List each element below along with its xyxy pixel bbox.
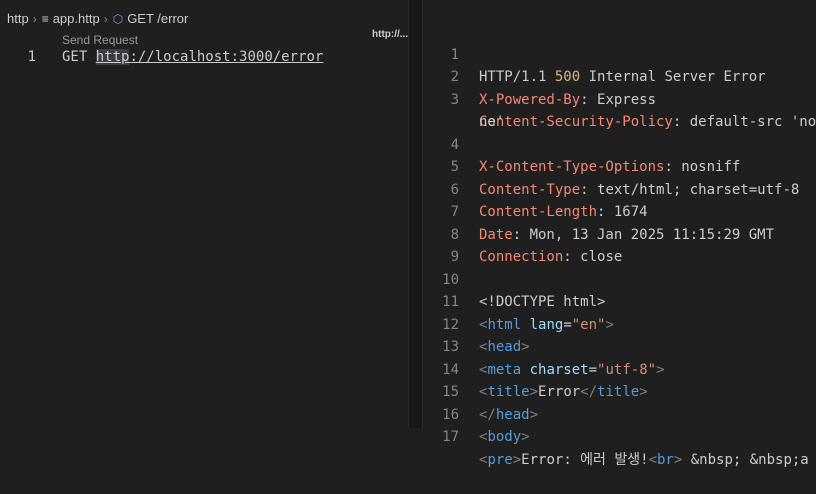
file-lines-icon: ≡ (41, 11, 49, 26)
minimap[interactable]: T (408, 0, 423, 428)
response-pane[interactable]: 1 HTTP/1.1 500 Internal Server Error 2 X… (422, 0, 816, 468)
breadcrumb: http › ≡ app.http › ⬡ GET /error (7, 11, 188, 26)
response-line: 2 X-Powered-By: Express (423, 44, 816, 108)
pre-text: Error: 에러 발생! (521, 451, 649, 468)
pre-tag: pre (487, 451, 513, 468)
response-line: 17 <pre>Error: 에러 발생!<br> &nbsp; &nbsp;a (423, 404, 816, 468)
url-rest: ://localhost:3000/error (129, 49, 324, 65)
response-line: 11 <html lang="en"> (423, 269, 816, 333)
response-line: 14 <title>Error</title> (423, 336, 816, 401)
breadcrumb-file[interactable]: app.http (53, 11, 100, 26)
response-line: 3 Content-Security-Policy: default-src '… (423, 66, 816, 131)
request-editor-pane[interactable]: http › ≡ app.http › ⬡ GET /error Send Re… (0, 0, 408, 428)
line-number: 1 (27, 49, 36, 65)
pre-tail: &nbsp; &nbsp;a (682, 451, 809, 468)
chevron-right-icon: › (103, 11, 108, 26)
http-method: GET (62, 49, 88, 65)
response-line: 8 Connection: close (423, 201, 816, 266)
response-line: 10 <!DOCTYPE html> (423, 246, 816, 311)
url-prefix-highlight: http (95, 49, 130, 65)
response-line: 5 Content-Type: text/html; charset=utf-8 (423, 134, 816, 198)
response-line: 12 <head> (423, 291, 816, 356)
response-line: 1 HTTP/1.1 500 Internal Server Error (423, 21, 816, 86)
line-number: 17 (442, 429, 459, 445)
br-tag: br (657, 451, 674, 468)
cube-symbol-icon: ⬡ (112, 11, 124, 26)
response-line: 9 (423, 224, 816, 265)
response-line: 15 </head> (423, 359, 816, 423)
response-line: 13 <meta charset="utf-8"> (423, 314, 816, 378)
breadcrumb-folder[interactable]: http (7, 11, 29, 26)
response-line: ne' (423, 89, 816, 130)
body-tag: body (487, 429, 522, 445)
response-line: 4 X-Content-Type-Options: nosniff (423, 111, 816, 176)
response-line: 16 <body> (423, 381, 816, 446)
response-tab-title[interactable]: http://... (372, 29, 408, 40)
breadcrumb-symbol[interactable]: GET /error (127, 11, 188, 26)
response-line: 7 Date: Mon, 13 Jan 2025 11:15:29 GMT (423, 179, 816, 243)
chevron-right-icon: › (32, 11, 37, 26)
request-line[interactable]: 1 GET http://localhost:3000/error (0, 48, 408, 68)
send-request-codelens[interactable]: Send Request (62, 33, 138, 47)
request-url[interactable]: http://localhost:3000/error (95, 49, 324, 65)
response-line: 6 Content-Length: 1674 (423, 156, 816, 221)
request-text[interactable]: GET http://localhost:3000/error (62, 48, 323, 67)
